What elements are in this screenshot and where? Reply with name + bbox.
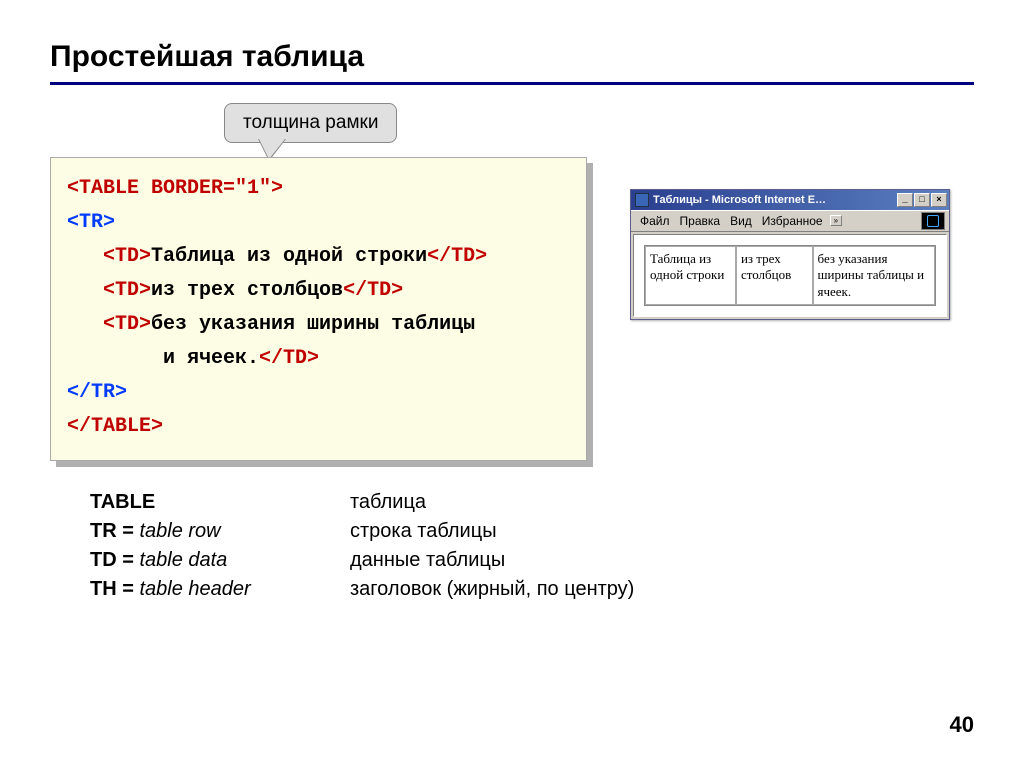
menu-view[interactable]: Вид — [725, 214, 757, 228]
close-button[interactable]: × — [931, 193, 947, 207]
content-row: <TABLE BORDER="1"> <TR> <TD>Таблица из о… — [50, 157, 974, 461]
browser-window: Таблицы - Microsoft Internet E… _ □ × Фа… — [630, 189, 950, 320]
code-tr-close: </TR> — [67, 381, 127, 404]
code-td3-text1: без указания ширины таблицы — [151, 313, 475, 336]
throbber-icon — [921, 212, 945, 230]
ie-icon — [635, 193, 649, 207]
browser-content: Таблица из одной строки из трех столбцов… — [633, 234, 947, 317]
browser-titlebar[interactable]: Таблицы - Microsoft Internet E… _ □ × — [631, 190, 949, 210]
browser-title: Таблицы - Microsoft Internet E… — [653, 194, 897, 206]
defs-term-td: TD = table data — [90, 549, 350, 572]
table-row: Таблица из одной строки из трех столбцов… — [645, 246, 935, 305]
menu-more[interactable]: » — [830, 215, 842, 226]
callout-bubble: толщина рамки — [224, 103, 397, 143]
code-table-open-end: > — [271, 177, 283, 200]
defs-desc-th: заголовок (жирный, по центру) — [350, 578, 634, 601]
defs-term-tr: TR = table row — [90, 520, 350, 543]
table-cell-3: без указания ширины таблицы и ячеек. — [813, 246, 936, 305]
code-td2-text: из трех столбцов — [151, 279, 343, 302]
defs-desc-table: таблица — [350, 491, 426, 514]
code-td1-open: <TD> — [103, 245, 151, 268]
menu-file[interactable]: Файл — [635, 214, 675, 228]
callout-tail-fill — [259, 139, 285, 159]
menu-edit[interactable]: Правка — [675, 214, 726, 228]
code-td2-open: <TD> — [103, 279, 151, 302]
code-td1-close: </TD> — [427, 245, 487, 268]
rendered-table: Таблица из одной строки из трех столбцов… — [644, 245, 936, 306]
window-buttons: _ □ × — [897, 193, 947, 207]
code-td2-close: </TD> — [343, 279, 403, 302]
code-td3-text2: и ячеек. — [67, 347, 259, 370]
table-cell-1: Таблица из одной строки — [645, 246, 736, 305]
code-td1-text: Таблица из одной строки — [151, 245, 427, 268]
callout-area: толщина рамки — [0, 85, 1024, 157]
browser-menubar: Файл Правка Вид Избранное » — [631, 210, 949, 232]
table-cell-2: из трех столбцов — [736, 246, 813, 305]
defs-term-table: TABLE — [90, 491, 350, 514]
page-number: 40 — [950, 712, 974, 738]
definitions-list: TABLE таблица TR = table row строка табл… — [90, 491, 974, 601]
page-title: Простейшая таблица — [0, 0, 1024, 82]
defs-row-table: TABLE таблица — [90, 491, 974, 514]
code-tr-open: <TR> — [67, 211, 115, 234]
code-td3-open: <TD> — [103, 313, 151, 336]
code-border-attr: BORDER="1" — [139, 177, 271, 200]
defs-desc-td: данные таблицы — [350, 549, 505, 572]
maximize-button[interactable]: □ — [914, 193, 930, 207]
defs-row-tr: TR = table row строка таблицы — [90, 520, 974, 543]
defs-row-th: TH = table header заголовок (жирный, по … — [90, 578, 974, 601]
code-table-open: <TABLE — [67, 177, 139, 200]
code-td3-close: </TD> — [259, 347, 319, 370]
defs-term-th: TH = table header — [90, 578, 350, 601]
code-block: <TABLE BORDER="1"> <TR> <TD>Таблица из о… — [50, 157, 587, 461]
defs-desc-tr: строка таблицы — [350, 520, 497, 543]
menu-favorites[interactable]: Избранное — [757, 214, 828, 228]
code-table-close: </TABLE> — [67, 415, 163, 438]
minimize-button[interactable]: _ — [897, 193, 913, 207]
defs-row-td: TD = table data данные таблицы — [90, 549, 974, 572]
